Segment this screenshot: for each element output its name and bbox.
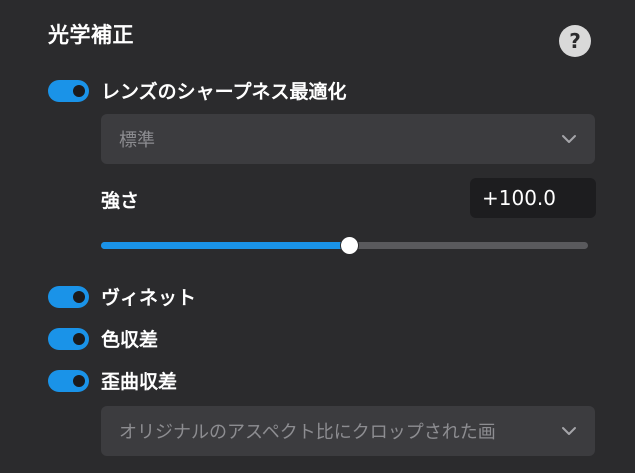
distortion-toggle[interactable] [48, 369, 89, 392]
distortion-row: 歪曲収差 [48, 367, 177, 394]
chromatic-aberration-toggle[interactable] [48, 327, 89, 350]
chevron-down-icon [562, 427, 576, 435]
optical-correction-panel: 光学補正 ? レンズのシャープネス最適化 標準 強さ +100.0 ヴィネット … [0, 0, 635, 473]
vignette-row: ヴィネット [48, 283, 196, 310]
toggle-knob [73, 374, 85, 387]
help-icon[interactable]: ? [559, 25, 591, 57]
section-title: 光学補正 [48, 23, 134, 47]
chromatic-aberration-row: 色収差 [48, 325, 158, 352]
distortion-mode-dropdown[interactable]: オリジナルのアスペクト比にクロップされた画 [101, 406, 595, 456]
lens-sharpness-label: レンズのシャープネス最適化 [101, 81, 347, 103]
lens-sharpness-row: レンズのシャープネス最適化 [48, 77, 346, 104]
toggle-knob [73, 84, 85, 97]
toggle-knob [73, 332, 85, 345]
strength-value-field[interactable]: +100.0 [470, 178, 596, 218]
slider-thumb[interactable] [340, 236, 360, 255]
lens-sharpness-mode-dropdown[interactable]: 標準 [101, 114, 595, 164]
lens-sharpness-toggle[interactable] [48, 79, 89, 102]
dropdown-value: 標準 [119, 130, 155, 151]
distortion-label: 歪曲収差 [101, 371, 178, 393]
dropdown-value: オリジナルのアスペクト比にクロップされた画 [119, 422, 496, 443]
toggle-knob [73, 290, 85, 303]
vignette-label: ヴィネット [101, 287, 197, 309]
strength-slider[interactable] [101, 236, 588, 256]
strength-label: 強さ [101, 190, 140, 212]
slider-fill [101, 242, 350, 249]
chevron-down-icon [562, 135, 576, 143]
chromatic-aberration-label: 色収差 [101, 329, 159, 351]
vignette-toggle[interactable] [48, 285, 89, 308]
